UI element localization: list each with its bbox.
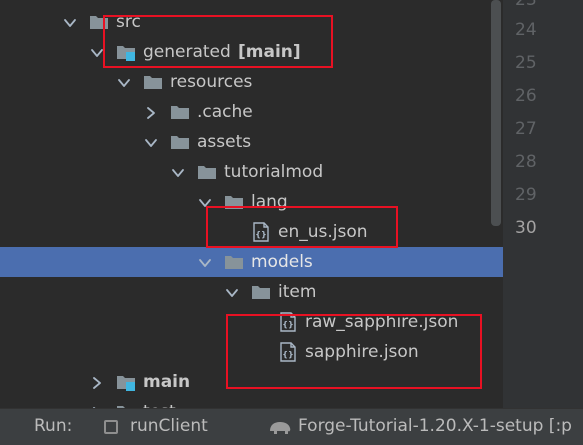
json-file-icon: {} [251, 222, 271, 242]
chevron-right-icon[interactable] [144, 105, 158, 119]
tree-item-label: src [116, 12, 141, 32]
run-tab-gradle-setup[interactable]: Forge-Tutorial-1.20.X-1-setup [:p [298, 416, 572, 436]
run-toolbar: Run: runClient Forge-Tutorial-1.20.X-1-s… [0, 408, 583, 445]
folder-icon [251, 283, 271, 301]
tree-row-tutorialmod[interactable]: tutorialmod [0, 157, 503, 187]
module-badge-icon [126, 382, 135, 391]
tree-row-sapphire-json[interactable]: {} sapphire.json [0, 337, 503, 367]
folder-icon [170, 133, 190, 151]
tree-row-generated[interactable]: generated [main] [0, 37, 503, 67]
line-number: 29 [515, 185, 537, 205]
chevron-right-icon[interactable] [90, 375, 104, 389]
tree-row-en-us-json[interactable]: {} en_us.json [0, 217, 503, 247]
chevron-down-icon[interactable] [90, 45, 104, 59]
tree-item-label: en_us.json [278, 222, 368, 242]
line-number: 30 [515, 218, 537, 238]
line-number: 27 [515, 119, 537, 139]
folder-icon [224, 253, 244, 271]
tree-row-lang[interactable]: lang [0, 187, 503, 217]
chevron-down-icon[interactable] [198, 195, 212, 209]
folder-icon [170, 103, 190, 121]
tree-item-label: test [143, 401, 176, 408]
line-number: 23 [515, 0, 537, 10]
line-number: 25 [515, 53, 537, 73]
module-folder-icon [116, 373, 136, 391]
tree-row-cache[interactable]: .cache [0, 97, 503, 127]
project-tree: src generated [main] resources .cache assets t… [0, 0, 503, 408]
folder-icon [89, 13, 109, 31]
editor-gutter: 23 24 25 26 27 28 29 30 [503, 0, 583, 408]
tree-row-test[interactable]: test [0, 397, 503, 408]
tree-row-resources[interactable]: resources [0, 67, 503, 97]
tree-item-label: tutorialmod [224, 162, 324, 182]
tree-item-label: models [251, 252, 313, 272]
chevron-down-icon[interactable] [171, 165, 185, 179]
folder-icon [224, 193, 244, 211]
json-file-icon: {} [278, 312, 298, 332]
line-number: 24 [515, 20, 537, 40]
folder-icon [197, 163, 217, 181]
tree-row-models[interactable]: models [0, 247, 503, 277]
tree-item-label: lang [251, 192, 288, 212]
tree-row-raw-sapphire-json[interactable]: {} raw_sapphire.json [0, 307, 503, 337]
tree-row-main[interactable]: main [0, 367, 503, 397]
tree-row-assets[interactable]: assets [0, 127, 503, 157]
svg-text:{}: {} [255, 230, 266, 239]
tree-row-src[interactable]: src [0, 7, 503, 37]
chevron-down-icon[interactable] [198, 255, 212, 269]
tree-item-label: generated [143, 42, 231, 62]
tree-item-label: assets [197, 132, 252, 152]
line-number: 26 [515, 86, 537, 106]
gradle-elephant-icon [268, 419, 292, 440]
json-file-icon: {} [278, 342, 298, 362]
chevron-down-icon[interactable] [225, 285, 239, 299]
tree-item-label: .cache [197, 102, 253, 122]
tree-item-label: sapphire.json [305, 342, 419, 362]
line-number: 28 [515, 152, 537, 172]
chevron-down-icon[interactable] [144, 135, 158, 149]
svg-text:{}: {} [282, 320, 293, 329]
chevron-down-icon[interactable] [63, 15, 77, 29]
module-badge-icon [126, 52, 135, 61]
tree-item-label: item [278, 282, 317, 302]
svg-text:{}: {} [282, 350, 293, 359]
run-tab-runclient[interactable]: runClient [130, 416, 208, 436]
folder-icon [143, 73, 163, 91]
run-label: Run: [34, 416, 73, 436]
tree-item-label: main [143, 372, 191, 392]
tree-scrollbar[interactable] [491, 0, 501, 226]
module-name-badge: [main] [238, 42, 301, 62]
module-folder-icon [116, 43, 136, 61]
tree-row-item[interactable]: item [0, 277, 503, 307]
run-config-icon [104, 420, 118, 434]
chevron-down-icon[interactable] [117, 75, 131, 89]
tree-item-label: resources [170, 72, 253, 92]
tree-item-label: raw_sapphire.json [305, 312, 459, 332]
